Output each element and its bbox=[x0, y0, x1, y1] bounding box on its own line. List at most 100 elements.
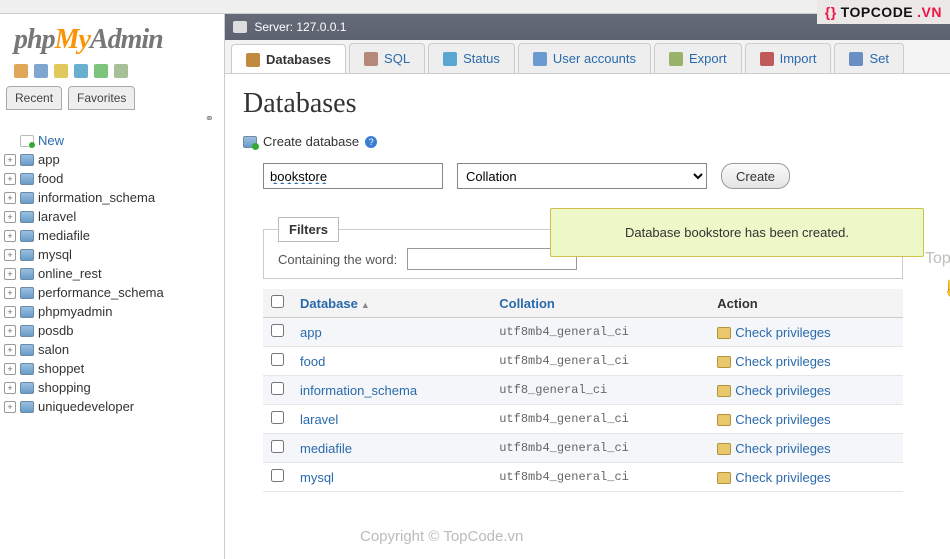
collation-cell: utf8_general_ci bbox=[491, 376, 709, 405]
tab-status[interactable]: Status bbox=[428, 43, 515, 73]
tree-item-db[interactable]: +phpmyadmin bbox=[4, 302, 218, 321]
expand-icon[interactable]: + bbox=[4, 192, 16, 204]
col-collation[interactable]: Collation bbox=[491, 289, 709, 318]
tree-item-db[interactable]: +mediafile bbox=[4, 226, 218, 245]
database-icon bbox=[20, 344, 34, 356]
tree-item-db[interactable]: +laravel bbox=[4, 207, 218, 226]
sort-asc-icon: ▲ bbox=[361, 300, 370, 310]
tree-item-db[interactable]: +salon bbox=[4, 340, 218, 359]
server-icon bbox=[233, 21, 247, 33]
reload-icon[interactable] bbox=[94, 64, 108, 78]
tab-databases[interactable]: Databases bbox=[231, 44, 346, 74]
table-row: foodutf8mb4_general_ciCheck privileges bbox=[263, 347, 903, 376]
expand-icon[interactable]: + bbox=[4, 401, 16, 413]
privileges-icon bbox=[717, 356, 731, 368]
settings-icon[interactable] bbox=[114, 64, 128, 78]
table-row: mysqlutf8mb4_general_ciCheck privileges bbox=[263, 463, 903, 492]
action-cell[interactable]: Check privileges bbox=[709, 434, 903, 463]
tree-item-db[interactable]: +app bbox=[4, 150, 218, 169]
tab-user-accounts[interactable]: User accounts bbox=[518, 43, 651, 73]
tree-item-db[interactable]: +food bbox=[4, 169, 218, 188]
action-cell[interactable]: Check privileges bbox=[709, 376, 903, 405]
logout-icon[interactable] bbox=[34, 64, 48, 78]
expand-icon[interactable]: + bbox=[4, 249, 16, 261]
databases-table: Database▲ Collation Action apputf8mb4_ge… bbox=[263, 289, 903, 492]
expand-icon[interactable]: + bbox=[4, 211, 16, 223]
tab-sql[interactable]: SQL bbox=[349, 43, 425, 73]
tree-item-db[interactable]: +performance_schema bbox=[4, 283, 218, 302]
check-all-checkbox[interactable] bbox=[271, 295, 284, 308]
action-cell[interactable]: Check privileges bbox=[709, 463, 903, 492]
expand-icon[interactable]: + bbox=[4, 325, 16, 337]
tab-favorites[interactable]: Favorites bbox=[68, 86, 135, 110]
tree-item-db[interactable]: +uniquedeveloper bbox=[4, 397, 218, 416]
browser-address-bar bbox=[0, 0, 950, 14]
database-icon bbox=[20, 173, 34, 185]
tree-item-db[interactable]: +shoppet bbox=[4, 359, 218, 378]
expand-icon[interactable]: + bbox=[4, 344, 16, 356]
status-icon bbox=[443, 52, 457, 66]
docs-icon[interactable] bbox=[54, 64, 68, 78]
collation-cell: utf8mb4_general_ci bbox=[491, 347, 709, 376]
collation-cell: utf8mb4_general_ci bbox=[491, 434, 709, 463]
tab-export[interactable]: Export bbox=[654, 43, 742, 73]
main-panel: Server: 127.0.0.1 DatabasesSQLStatusUser… bbox=[225, 14, 950, 559]
privileges-icon bbox=[717, 414, 731, 426]
tree-item-db[interactable]: +mysql bbox=[4, 245, 218, 264]
tree-item-db[interactable]: +information_schema bbox=[4, 188, 218, 207]
home-icon[interactable] bbox=[14, 64, 28, 78]
table-row: mediafileutf8mb4_general_ciCheck privile… bbox=[263, 434, 903, 463]
privileges-icon bbox=[717, 327, 731, 339]
action-cell[interactable]: Check privileges bbox=[709, 347, 903, 376]
expand-icon[interactable]: + bbox=[4, 230, 16, 242]
expand-icon[interactable]: + bbox=[4, 173, 16, 185]
database-icon bbox=[20, 363, 34, 375]
col-database[interactable]: Database▲ bbox=[292, 289, 491, 318]
row-checkbox[interactable] bbox=[271, 353, 284, 366]
collation-cell: utf8mb4_general_ci bbox=[491, 318, 709, 347]
expand-icon[interactable]: + bbox=[4, 287, 16, 299]
tab-import[interactable]: Import bbox=[745, 43, 832, 73]
sidebar-toolbar bbox=[0, 62, 224, 86]
expand-icon[interactable]: + bbox=[4, 382, 16, 394]
tree-item-db[interactable]: +posdb bbox=[4, 321, 218, 340]
create-button[interactable]: Create bbox=[721, 163, 790, 189]
settings-icon bbox=[849, 52, 863, 66]
row-checkbox[interactable] bbox=[271, 411, 284, 424]
expand-icon[interactable]: + bbox=[4, 154, 16, 166]
db-name-cell[interactable]: mediafile bbox=[292, 434, 491, 463]
tab-settings[interactable]: Set bbox=[834, 43, 904, 73]
db-name-cell[interactable]: app bbox=[292, 318, 491, 347]
db-name-cell[interactable]: laravel bbox=[292, 405, 491, 434]
navigation-settings-icon[interactable] bbox=[74, 64, 88, 78]
database-icon bbox=[20, 268, 34, 280]
database-icon bbox=[20, 249, 34, 261]
logo[interactable]: phpMyAdmin bbox=[0, 14, 224, 62]
database-name-input[interactable] bbox=[263, 163, 443, 189]
db-name-cell[interactable]: food bbox=[292, 347, 491, 376]
collation-select[interactable]: Collation bbox=[457, 163, 707, 189]
expand-icon[interactable]: + bbox=[4, 363, 16, 375]
new-db-icon bbox=[20, 135, 34, 147]
row-checkbox[interactable] bbox=[271, 469, 284, 482]
tab-recent[interactable]: Recent bbox=[6, 86, 62, 110]
row-checkbox[interactable] bbox=[271, 382, 284, 395]
tree-item-db[interactable]: +online_rest bbox=[4, 264, 218, 283]
help-icon[interactable]: ? bbox=[365, 136, 377, 148]
action-cell[interactable]: Check privileges bbox=[709, 405, 903, 434]
db-name-cell[interactable]: information_schema bbox=[292, 376, 491, 405]
table-row: apputf8mb4_general_ciCheck privileges bbox=[263, 318, 903, 347]
db-name-cell[interactable]: mysql bbox=[292, 463, 491, 492]
containing-word-label: Containing the word: bbox=[278, 252, 397, 267]
action-cell[interactable]: Check privileges bbox=[709, 318, 903, 347]
row-checkbox[interactable] bbox=[271, 324, 284, 337]
tree-item-new[interactable]: New bbox=[4, 131, 218, 150]
link-icon[interactable]: ⚭ bbox=[0, 110, 224, 129]
check-all-header[interactable] bbox=[263, 289, 292, 318]
expand-icon[interactable]: + bbox=[4, 268, 16, 280]
expand-icon[interactable]: + bbox=[4, 306, 16, 318]
row-checkbox[interactable] bbox=[271, 440, 284, 453]
tree-item-db[interactable]: +shopping bbox=[4, 378, 218, 397]
database-icon bbox=[20, 325, 34, 337]
success-notification: Database bookstore has been created. bbox=[550, 208, 924, 257]
